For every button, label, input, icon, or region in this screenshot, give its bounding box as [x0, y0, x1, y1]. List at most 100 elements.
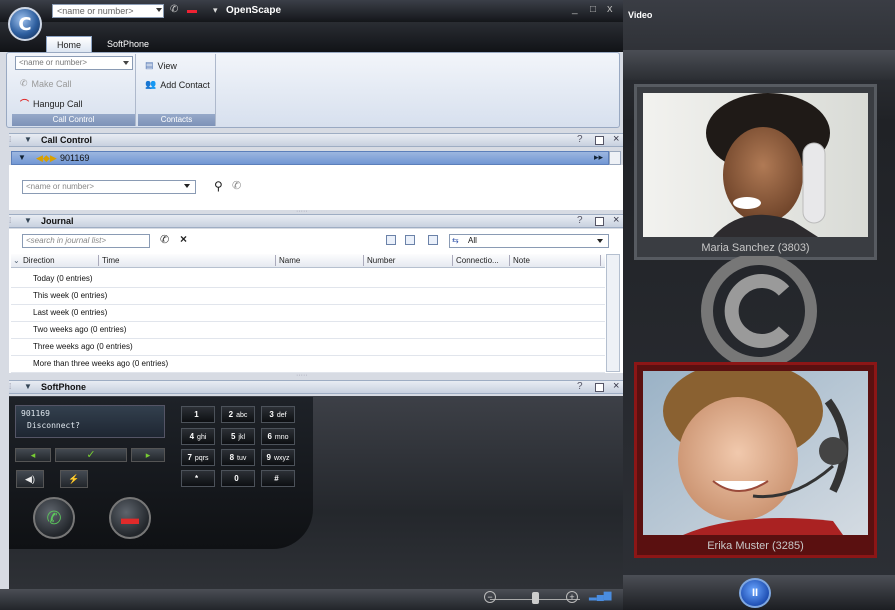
dial-key[interactable]: 1 [181, 406, 215, 423]
video-frame-participant[interactable]: Maria Sanchez (3803) [634, 84, 877, 260]
app-title: OpenScape [226, 5, 282, 16]
close-icon[interactable]: × [613, 214, 619, 226]
tab-home[interactable]: Home [46, 36, 92, 52]
dial-key[interactable]: 2 abc [221, 406, 255, 423]
column-header[interactable]: Direction [23, 256, 55, 265]
expand-icon[interactable]: ▼ [18, 153, 26, 162]
dial-key[interactable]: 7 pqrs [181, 449, 215, 466]
journal-group-row[interactable]: This week (0 entries) [11, 288, 605, 305]
help-icon[interactable]: ? [577, 215, 583, 226]
clear-icon[interactable]: × [180, 232, 187, 246]
dial-key[interactable]: 3 def [261, 406, 295, 423]
list-view-icon[interactable] [386, 235, 396, 245]
chevron-down-icon[interactable] [156, 8, 162, 12]
journal-search-input[interactable]: <search in journal list> [22, 234, 150, 248]
search-icon[interactable]: ⚲ [214, 179, 223, 193]
grip-icon[interactable]: ⁞ [9, 216, 11, 225]
journal-filter-select[interactable]: All [449, 234, 609, 248]
quick-dial-combo[interactable]: <name or number> [52, 4, 164, 18]
pin-icon[interactable] [595, 136, 604, 145]
make-call-button[interactable]: ✆ Make Call [20, 78, 72, 89]
column-header[interactable]: Name [279, 256, 300, 265]
zoom-in-icon[interactable]: + [566, 591, 578, 603]
collapse-icon[interactable]: ▼ [24, 216, 32, 225]
journal-panel-header[interactable]: ⁞ ▼ Journal ? × [9, 214, 623, 228]
journal-group-row[interactable]: Two weeks ago (0 entries) [11, 322, 605, 339]
dial-key[interactable]: 8 tuv [221, 449, 255, 466]
end-call-icon[interactable]: ▬ [109, 497, 151, 539]
pin-icon[interactable] [595, 217, 604, 226]
more-actions-icon[interactable]: ▸▸ [594, 152, 603, 163]
column-divider[interactable] [275, 255, 276, 266]
column-header[interactable]: Time [102, 256, 119, 265]
grip-icon[interactable]: ⁞ [9, 135, 11, 144]
add-contact-button[interactable]: 👥 Add Contact [145, 79, 210, 90]
journal-group-row[interactable]: Three weeks ago (0 entries) [11, 339, 605, 356]
column-divider[interactable] [600, 255, 601, 266]
view-button[interactable]: ▤ View [145, 60, 177, 71]
dial-key[interactable]: * [181, 470, 215, 487]
collapse-icon[interactable]: ▼ [24, 135, 32, 144]
close-icon[interactable]: × [613, 133, 619, 145]
dial-key[interactable]: 0 [221, 470, 255, 487]
customize-toolbar-icon[interactable]: ▾ [213, 5, 218, 16]
collapse-icon[interactable]: ▼ [24, 382, 32, 391]
answer-call-icon[interactable]: ✆ [33, 497, 75, 539]
call-icon[interactable]: ✆ [160, 233, 169, 246]
journal-group-row[interactable]: Last week (0 entries) [11, 305, 605, 322]
chevron-down-icon[interactable] [184, 184, 190, 188]
active-call-row[interactable]: ▼ ◀◆▶ 901169 ▸▸ [11, 151, 609, 165]
quick-hangup-icon[interactable]: ▬ [187, 5, 201, 16]
pin-icon[interactable] [595, 383, 604, 392]
chevron-down-icon[interactable] [597, 239, 603, 243]
ribbon-number-combo[interactable]: <name or number> [15, 56, 133, 70]
close-button[interactable]: x [607, 3, 613, 15]
speaker-icon[interactable]: ◀) [16, 470, 44, 488]
softphone-panel-header[interactable]: ⁞ ▼ SoftPhone ? × [9, 380, 623, 394]
grip-icon[interactable]: ⁞ [9, 382, 11, 391]
column-divider[interactable] [98, 255, 99, 266]
resize-grip[interactable]: ····· [296, 372, 308, 379]
details-icon[interactable] [405, 235, 415, 245]
pause-video-button[interactable]: II [739, 578, 771, 608]
zoom-slider-thumb[interactable] [532, 592, 539, 604]
tab-softphone[interactable]: SoftPhone [98, 36, 158, 52]
zoom-out-icon[interactable]: − [484, 591, 496, 603]
journal-scrollbar[interactable] [606, 254, 620, 372]
column-header[interactable]: Note [513, 256, 530, 265]
column-divider[interactable] [509, 255, 510, 266]
column-divider[interactable] [363, 255, 364, 266]
dial-key[interactable]: 4 ghi [181, 428, 215, 445]
journal-table-header: ⌄ Direction Time Name Number Connectio..… [11, 254, 605, 268]
help-icon[interactable]: ? [577, 381, 583, 392]
column-divider[interactable] [452, 255, 453, 266]
spin-control[interactable] [609, 151, 621, 165]
call-control-panel-header[interactable]: ⁞ ▼ Call Control ? × [9, 133, 623, 147]
maximize-button[interactable]: □ [590, 4, 596, 15]
journal-group-row[interactable]: Today (0 entries) [11, 271, 605, 288]
column-header[interactable]: Number [367, 256, 395, 265]
mute-icon[interactable]: ⚡ [60, 470, 88, 488]
dial-input[interactable]: <name or number> [22, 180, 196, 194]
video-frame-participant-active[interactable]: Erika Muster (3285) [634, 362, 877, 558]
help-icon[interactable]: ? [577, 134, 583, 145]
hangup-call-button[interactable]: ⌒ Hangup Call [20, 97, 83, 110]
add-entry-icon[interactable] [428, 235, 438, 245]
nav-left-button[interactable]: ◂ [15, 448, 51, 462]
active-call-number: 901169 [60, 153, 90, 163]
minimize-button[interactable]: _ [572, 4, 578, 15]
sort-icon[interactable]: ⌄ [13, 256, 20, 265]
journal-group-row[interactable]: More than three weeks ago (0 entries) [11, 356, 605, 373]
dial-key[interactable]: # [261, 470, 295, 487]
chevron-down-icon[interactable] [123, 61, 129, 65]
dial-key[interactable]: 5 jkl [221, 428, 255, 445]
nav-right-button[interactable]: ▸ [131, 448, 165, 462]
dial-icon[interactable]: ✆ [232, 179, 241, 192]
quick-call-icon[interactable]: ✆ [170, 4, 184, 18]
confirm-button[interactable]: ✓ [55, 448, 127, 462]
close-icon[interactable]: × [613, 380, 619, 392]
column-header[interactable]: Connectio... [456, 256, 499, 265]
dial-key[interactable]: 9 wxyz [261, 449, 295, 466]
dial-key[interactable]: 6 mno [261, 428, 295, 445]
app-menu-orb-button[interactable]: C [8, 7, 42, 41]
